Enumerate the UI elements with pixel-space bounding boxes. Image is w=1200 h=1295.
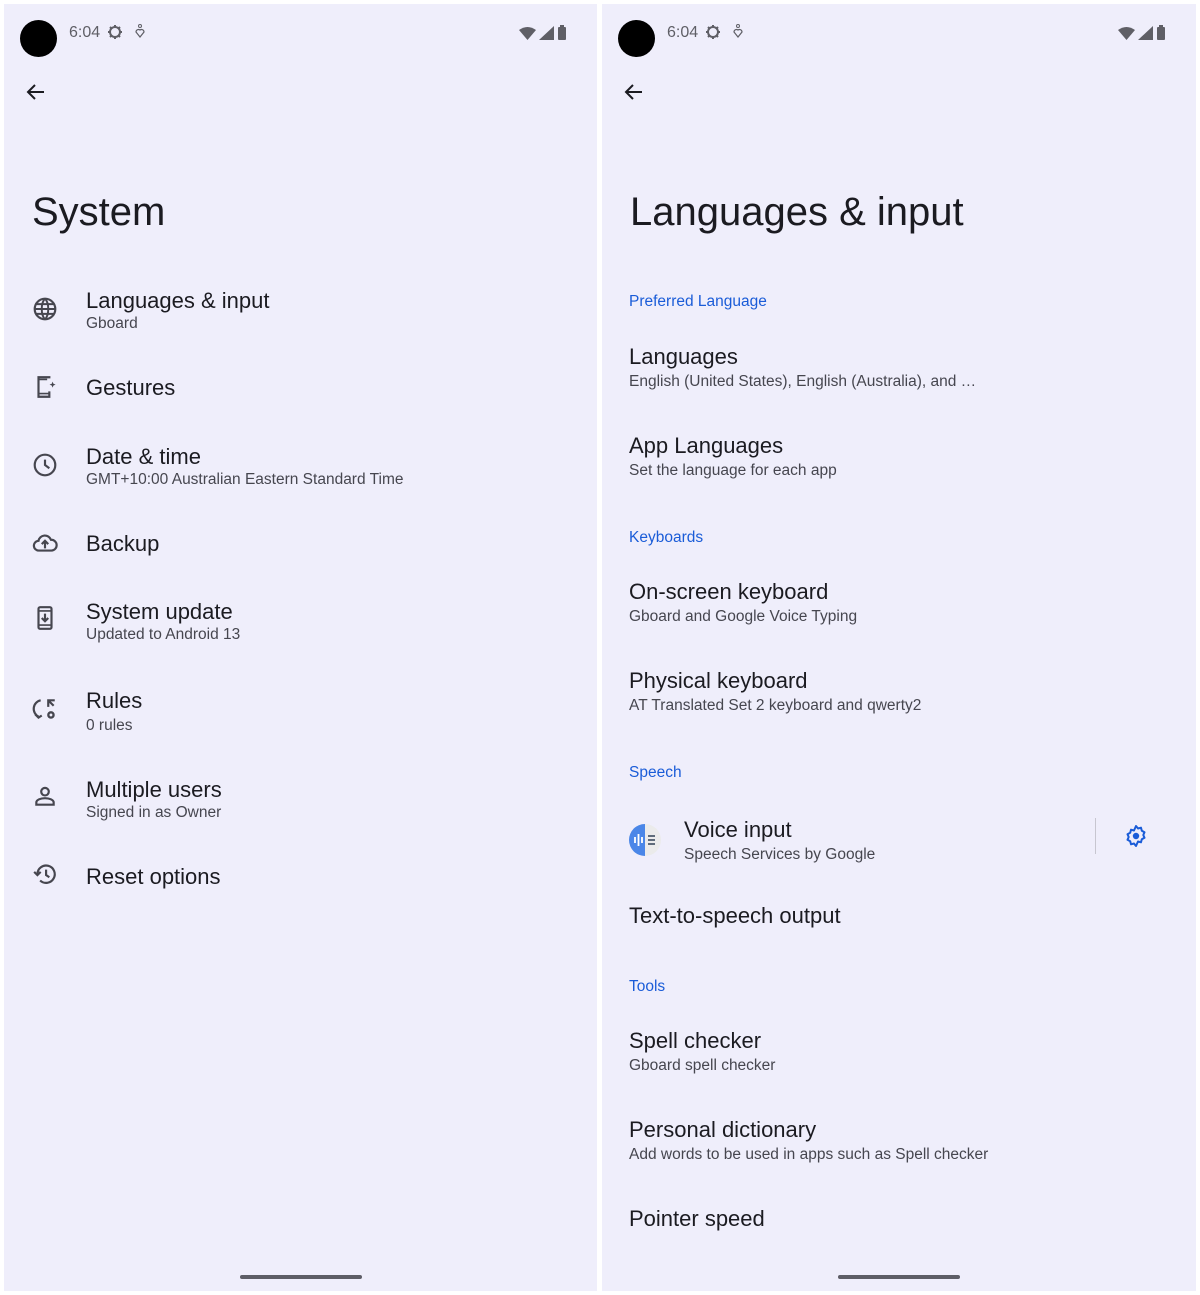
item-tts-output[interactable]: Text-to-speech output xyxy=(602,897,1196,947)
item-pointer-speed[interactable]: Pointer speed xyxy=(602,1200,1196,1250)
item-voice-input[interactable]: Voice input Speech Services by Google xyxy=(602,811,1092,871)
item-subtitle: Signed in as Owner xyxy=(86,804,222,821)
location-pin-icon xyxy=(135,24,145,38)
system-screen: 6:04 System Languages & input Gboard Ges… xyxy=(4,4,597,1291)
item-languages[interactable]: Languages English (United States), Engli… xyxy=(602,340,1196,400)
item-gestures[interactable]: Gestures xyxy=(4,366,597,416)
gesture-nav-handle[interactable] xyxy=(838,1275,960,1279)
arrow-back-icon[interactable] xyxy=(24,80,48,104)
divider xyxy=(1095,818,1096,854)
status-time: 6:04 xyxy=(667,24,699,41)
item-subtitle: Set the language for each app xyxy=(629,462,837,479)
cloud-upload-icon xyxy=(32,534,58,552)
item-title: Languages & input xyxy=(86,288,270,313)
item-title: System update xyxy=(86,599,233,624)
item-subtitle: Updated to Android 13 xyxy=(86,626,241,643)
page-title: Languages & input xyxy=(630,190,964,234)
category-speech: Speech xyxy=(629,764,682,781)
location-pin-icon xyxy=(733,24,743,38)
battery-icon xyxy=(558,25,566,40)
voice-input-app-icon xyxy=(629,824,661,856)
wifi-icon xyxy=(1118,27,1135,40)
page-title: System xyxy=(32,190,166,234)
item-title: Gestures xyxy=(86,375,176,400)
item-title: Spell checker xyxy=(629,1028,762,1053)
item-subtitle: 0 rules xyxy=(86,717,133,734)
wifi-icon xyxy=(519,27,536,40)
clock-icon xyxy=(33,453,57,477)
item-subtitle: Gboard xyxy=(86,315,138,332)
item-title: On-screen keyboard xyxy=(629,579,829,604)
settings-gear-icon xyxy=(108,25,122,39)
item-title: Physical keyboard xyxy=(629,668,808,693)
system-update-icon xyxy=(37,606,53,630)
status-bar: 6:04 xyxy=(4,4,597,64)
item-system-update[interactable]: System update Updated to Android 13 xyxy=(4,593,597,653)
item-onscreen-keyboard[interactable]: On-screen keyboard Gboard and Google Voi… xyxy=(602,575,1196,635)
globe-icon xyxy=(33,297,57,321)
camera-cutout xyxy=(20,20,57,57)
item-title: Text-to-speech output xyxy=(629,903,841,928)
item-subtitle: Gboard spell checker xyxy=(629,1057,776,1074)
item-backup[interactable]: Backup xyxy=(4,522,597,572)
item-rules[interactable]: Rules 0 rules xyxy=(4,682,597,742)
languages-input-screen: 6:04 Languages & input Preferred Languag… xyxy=(602,4,1196,1291)
item-title: Reset options xyxy=(86,864,221,889)
category-tools: Tools xyxy=(629,978,666,995)
item-personal-dictionary[interactable]: Personal dictionary Add words to be used… xyxy=(602,1113,1196,1173)
status-bar: 6:04 xyxy=(602,4,1196,64)
history-icon xyxy=(33,864,56,884)
item-subtitle: English (United States), English (Austra… xyxy=(629,373,977,390)
phone-gestures-icon xyxy=(37,376,56,398)
item-date-time[interactable]: Date & time GMT+10:00 Australian Eastern… xyxy=(4,438,597,498)
item-multiple-users[interactable]: Multiple users Signed in as Owner xyxy=(4,771,597,831)
camera-cutout xyxy=(618,20,655,57)
item-title: Personal dictionary xyxy=(629,1117,817,1142)
item-title: Backup xyxy=(86,531,160,556)
item-subtitle: Gboard and Google Voice Typing xyxy=(629,608,858,625)
voice-input-settings-gear-icon[interactable] xyxy=(1124,824,1148,848)
item-app-languages[interactable]: App Languages Set the language for each … xyxy=(602,429,1196,489)
category-keyboards: Keyboards xyxy=(629,529,704,546)
item-languages-input[interactable]: Languages & input Gboard xyxy=(4,282,597,342)
item-title: Voice input xyxy=(684,817,792,842)
cell-signal-icon xyxy=(539,26,554,40)
item-title: Languages xyxy=(629,344,738,369)
item-title: App Languages xyxy=(629,433,784,458)
item-subtitle: AT Translated Set 2 keyboard and qwerty2 xyxy=(629,697,922,714)
arrow-back-icon[interactable] xyxy=(622,80,646,104)
item-title: Rules xyxy=(86,688,143,713)
item-title: Pointer speed xyxy=(629,1206,765,1231)
person-icon xyxy=(35,786,55,806)
gesture-nav-handle[interactable] xyxy=(240,1275,362,1279)
item-physical-keyboard[interactable]: Physical keyboard AT Translated Set 2 ke… xyxy=(602,664,1196,724)
cell-signal-icon xyxy=(1138,26,1153,40)
item-reset-options[interactable]: Reset options xyxy=(4,855,597,905)
rules-icon xyxy=(32,699,55,720)
item-title: Multiple users xyxy=(86,777,222,802)
settings-gear-icon xyxy=(706,25,720,39)
item-spell-checker[interactable]: Spell checker Gboard spell checker xyxy=(602,1024,1196,1084)
item-subtitle: GMT+10:00 Australian Eastern Standard Ti… xyxy=(86,471,404,488)
item-subtitle: Add words to be used in apps such as Spe… xyxy=(629,1146,989,1163)
item-subtitle: Speech Services by Google xyxy=(684,846,876,863)
battery-icon xyxy=(1157,25,1165,40)
status-time: 6:04 xyxy=(69,24,101,41)
item-title: Date & time xyxy=(86,444,201,469)
category-preferred-language: Preferred Language xyxy=(629,293,767,310)
